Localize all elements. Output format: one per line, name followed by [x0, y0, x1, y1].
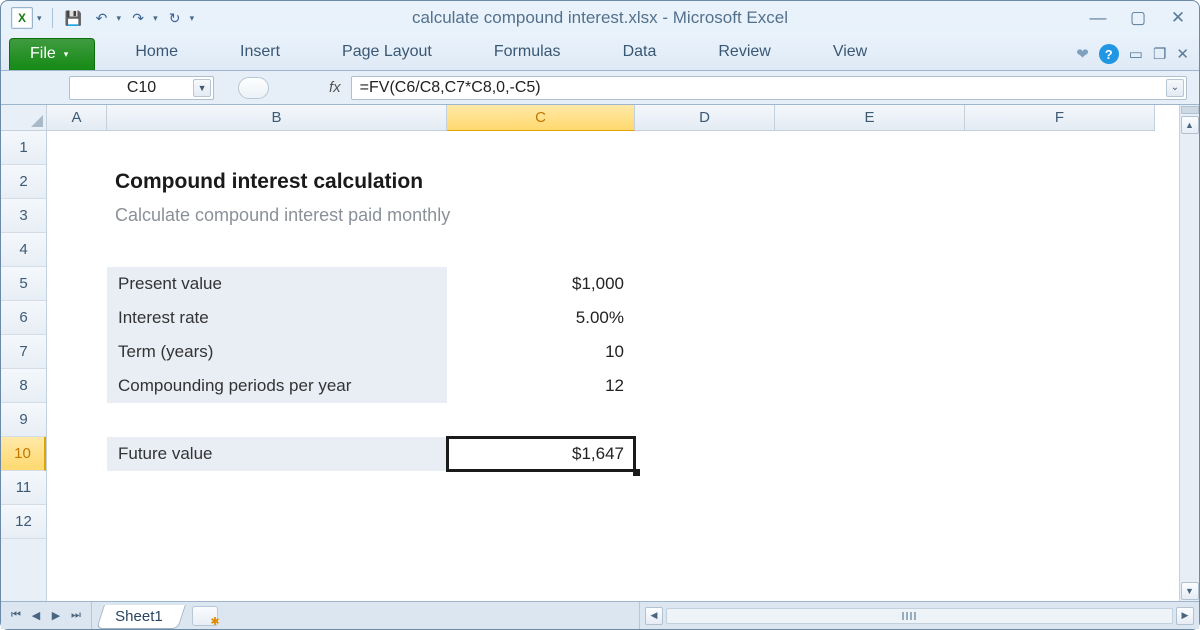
sheet-nav: ⏮ ◀ ▶ ⏭	[1, 602, 92, 629]
row-header-12[interactable]: 12	[1, 505, 46, 539]
qat-separator	[52, 8, 53, 28]
scroll-up-icon[interactable]: ▲	[1181, 116, 1199, 134]
row-header-3[interactable]: 3	[1, 199, 46, 233]
sheet-nav-first-icon[interactable]: ⏮	[7, 607, 25, 625]
name-box-dropdown-icon[interactable]: ▼	[193, 79, 211, 97]
tab-view[interactable]: View	[815, 37, 885, 70]
new-sheet-icon[interactable]	[192, 606, 218, 626]
sheet-tab-label: Sheet1	[115, 608, 163, 625]
split-handle-icon[interactable]	[1181, 106, 1199, 114]
cell-b8[interactable]: Compounding periods per year	[107, 369, 447, 403]
row-header-2[interactable]: 2	[1, 165, 46, 199]
hscroll-track[interactable]	[666, 608, 1173, 624]
name-box[interactable]: C10 ▼	[69, 76, 214, 100]
titlebar: X ▾ 💾 ↶ ▾ ↷ ▾ ↻ ▾ calculate compound int…	[1, 1, 1199, 35]
undo-dropdown-icon[interactable]: ▾	[117, 13, 122, 24]
row-headers: 1 2 3 4 5 6 7 8 9 10 11 12	[1, 131, 47, 601]
formula-expand-icon[interactable]: ⌄	[1166, 79, 1184, 97]
qat-logo-dropdown-icon[interactable]: ▾	[37, 13, 42, 24]
cancel-enter-area	[238, 77, 269, 99]
workbook-close-icon[interactable]: ✕	[1176, 45, 1189, 63]
col-header-b[interactable]: B	[107, 105, 447, 131]
cell-c6[interactable]: 5.00%	[447, 301, 635, 335]
cell-b2[interactable]: Compound interest calculation	[107, 165, 635, 199]
horizontal-scrollbar[interactable]: ◀ ▶	[639, 602, 1199, 629]
help-icon[interactable]: ?	[1099, 44, 1119, 64]
worksheet-area: A B C D E F 1 2 3 4 5 6 7 8 9	[1, 105, 1199, 601]
column-headers: A B C D E F	[1, 105, 1179, 131]
fx-icon[interactable]: fx	[329, 79, 341, 96]
ribbon: File ▾ Home Insert Page Layout Formulas …	[1, 35, 1199, 71]
save-icon[interactable]: 💾	[63, 7, 85, 29]
row-header-7[interactable]: 7	[1, 335, 46, 369]
cell-c8[interactable]: 12	[447, 369, 635, 403]
cells-grid[interactable]: Compound interest calculation Calculate …	[47, 131, 1179, 601]
row-header-6[interactable]: 6	[1, 301, 46, 335]
sheet-tabs: Sheet1	[92, 602, 218, 629]
vertical-scrollbar[interactable]: ▲ ▼	[1179, 105, 1199, 601]
formula-text: =FV(C6/C8,C7*C8,0,-C5)	[360, 79, 541, 97]
excel-logo-icon[interactable]: X	[11, 7, 33, 29]
row-header-8[interactable]: 8	[1, 369, 46, 403]
col-header-d[interactable]: D	[635, 105, 775, 131]
minimize-icon[interactable]: —	[1087, 8, 1109, 28]
file-tab-dropdown-icon: ▾	[64, 49, 69, 60]
scroll-down-icon[interactable]: ▼	[1181, 582, 1199, 600]
col-header-f[interactable]: F	[965, 105, 1155, 131]
sheet-nav-next-icon[interactable]: ▶	[47, 607, 65, 625]
tab-page-layout[interactable]: Page Layout	[324, 37, 450, 70]
redo-dropdown-icon[interactable]: ▾	[153, 13, 158, 24]
sheet-nav-last-icon[interactable]: ⏭	[67, 607, 85, 625]
row-header-10[interactable]: 10	[1, 437, 46, 471]
tab-review[interactable]: Review	[700, 37, 788, 70]
cell-b5[interactable]: Present value	[107, 267, 447, 301]
cell-c7[interactable]: 10	[447, 335, 635, 369]
sheet-nav-prev-icon[interactable]: ◀	[27, 607, 45, 625]
cell-c5[interactable]: $1,000	[447, 267, 635, 301]
tab-data[interactable]: Data	[605, 37, 675, 70]
col-header-a[interactable]: A	[47, 105, 107, 131]
col-header-e[interactable]: E	[775, 105, 965, 131]
ribbon-right-controls: ❤ ? ▭ ❐ ✕	[1076, 44, 1189, 64]
file-tab-label: File	[30, 45, 56, 63]
tab-insert[interactable]: Insert	[222, 37, 298, 70]
formula-bar: C10 ▼ fx =FV(C6/C8,C7*C8,0,-C5) ⌄	[1, 71, 1199, 105]
qat-customize-icon[interactable]: ▾	[190, 13, 195, 24]
row-header-9[interactable]: 9	[1, 403, 46, 437]
row-header-1[interactable]: 1	[1, 131, 46, 165]
status-tab-bar: ⏮ ◀ ▶ ⏭ Sheet1 ◀ ▶	[1, 601, 1199, 629]
scroll-right-icon[interactable]: ▶	[1176, 607, 1194, 625]
hscroll-grip-icon	[894, 611, 924, 621]
cell-b3[interactable]: Calculate compound interest paid monthly	[107, 199, 635, 233]
excel-window: X ▾ 💾 ↶ ▾ ↷ ▾ ↻ ▾ calculate compound int…	[0, 0, 1200, 630]
workbook-restore-icon[interactable]: ❐	[1153, 45, 1166, 63]
quick-access-toolbar: X ▾ 💾 ↶ ▾ ↷ ▾ ↻ ▾	[11, 7, 194, 29]
name-box-value: C10	[127, 79, 156, 97]
ribbon-caret-icon[interactable]: ❤	[1076, 45, 1089, 63]
file-tab[interactable]: File ▾	[9, 38, 95, 70]
refresh-icon[interactable]: ↻	[164, 7, 186, 29]
select-all-button[interactable]	[1, 105, 47, 131]
row-header-5[interactable]: 5	[1, 267, 46, 301]
workbook-minimize-icon[interactable]: ▭	[1129, 45, 1143, 63]
window-controls: — ▢ ✕	[1087, 8, 1189, 28]
maximize-icon[interactable]: ▢	[1127, 8, 1149, 28]
formula-input[interactable]: =FV(C6/C8,C7*C8,0,-C5) ⌄	[351, 76, 1187, 100]
row-header-11[interactable]: 11	[1, 471, 46, 505]
cell-b7[interactable]: Term (years)	[107, 335, 447, 369]
cell-b6[interactable]: Interest rate	[107, 301, 447, 335]
redo-icon[interactable]: ↷	[127, 7, 149, 29]
close-icon[interactable]: ✕	[1167, 8, 1189, 28]
row-header-4[interactable]: 4	[1, 233, 46, 267]
cell-c10[interactable]: $1,647	[447, 437, 635, 471]
cell-b10[interactable]: Future value	[107, 437, 447, 471]
sheet-tab-sheet1[interactable]: Sheet1	[96, 605, 185, 629]
tab-home[interactable]: Home	[117, 37, 196, 70]
scroll-left-icon[interactable]: ◀	[645, 607, 663, 625]
tab-formulas[interactable]: Formulas	[476, 37, 579, 70]
col-header-c[interactable]: C	[447, 105, 635, 131]
undo-icon[interactable]: ↶	[91, 7, 113, 29]
